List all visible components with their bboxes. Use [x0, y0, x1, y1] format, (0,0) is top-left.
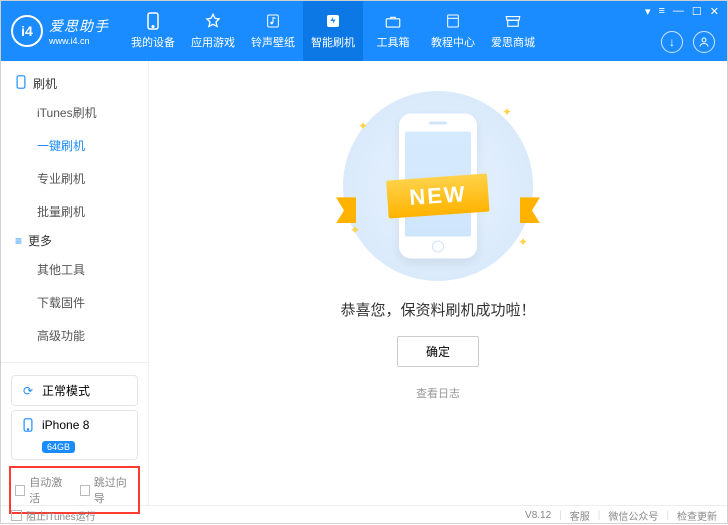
device-label: iPhone 8	[42, 418, 89, 432]
top-nav: 我的设备应用游戏铃声壁纸智能刷机 工具箱 教程中心爱思商城	[123, 1, 543, 61]
user-icon[interactable]	[693, 31, 715, 53]
main-content: NEW ✦✦✦✦ 恭喜您，保资料刷机成功啦！ 确定 查看日志	[149, 61, 727, 505]
header-actions: ↓	[661, 31, 715, 53]
nav-label: 爱思商城	[491, 34, 535, 50]
device-card[interactable]: iPhone 8 64GB	[11, 410, 138, 460]
nav-label: 教程中心	[431, 34, 475, 50]
book-icon	[445, 12, 461, 30]
footer-link-wechat[interactable]: 微信公众号	[608, 508, 658, 523]
window-control[interactable]: ✕	[710, 5, 719, 18]
block-itunes-label: 阻止iTunes运行	[26, 508, 96, 523]
download-icon[interactable]: ↓	[661, 31, 683, 53]
view-log-link[interactable]: 查看日志	[416, 385, 460, 401]
apps-icon	[205, 12, 221, 30]
window-control[interactable]: ≡	[658, 5, 664, 18]
mode-label: 正常模式	[42, 382, 90, 399]
nav-label: 我的设备	[131, 34, 175, 50]
phone-outline-icon	[15, 75, 27, 92]
tools-icon	[384, 12, 402, 30]
storage-badge: 64GB	[42, 441, 75, 453]
window-controls: ▾ ≡ — ☐ ✕	[645, 5, 719, 18]
window-control[interactable]: —	[673, 5, 684, 18]
section-title: 更多	[28, 232, 52, 249]
option-check[interactable]: 跳过向导	[80, 474, 135, 506]
version-label: V8.12	[525, 510, 551, 521]
option-check[interactable]: 自动激活	[15, 474, 70, 506]
window-control[interactable]: ☐	[692, 5, 702, 18]
nav-tools[interactable]: 工具箱	[363, 1, 423, 61]
sidebar-item[interactable]: 下载固件	[1, 286, 148, 319]
logo-title: 爱思助手	[49, 18, 109, 34]
sidebar-item[interactable]: iTunes刷机	[1, 96, 148, 129]
logo-subtitle: www.i4.cn	[49, 36, 109, 46]
checkbox-icon	[15, 485, 25, 496]
block-itunes-check[interactable]: 阻止iTunes运行	[11, 508, 96, 523]
section-title: 刷机	[33, 75, 57, 92]
nav-phone[interactable]: 我的设备	[123, 1, 183, 61]
nav-book[interactable]: 教程中心	[423, 1, 483, 61]
logo-text: 爱思助手 www.i4.cn	[49, 16, 109, 46]
app-header: i4 爱思助手 www.i4.cn 我的设备应用游戏铃声壁纸智能刷机 工具箱 教程中…	[1, 1, 727, 61]
sidebar-item[interactable]: 专业刷机	[1, 162, 148, 195]
sidebar-section[interactable]: 刷机	[1, 71, 148, 96]
success-message: 恭喜您，保资料刷机成功啦！	[340, 299, 535, 320]
ok-button[interactable]: 确定	[397, 336, 479, 367]
app-logo: i4 爱思助手 www.i4.cn	[1, 15, 119, 47]
phone-icon	[145, 12, 161, 30]
shop-icon	[504, 12, 522, 30]
nav-label: 铃声壁纸	[251, 34, 295, 50]
check-label: 自动激活	[29, 474, 69, 506]
nav-label: 智能刷机	[311, 34, 355, 50]
window-control[interactable]: ▾	[645, 5, 651, 18]
list-icon: ≡	[15, 234, 22, 248]
check-label: 跳过向导	[94, 474, 134, 506]
sidebar-section[interactable]: ≡ 更多	[1, 228, 148, 253]
options-group: 自动激活跳过向导	[9, 466, 140, 514]
status-bar: 阻止iTunes运行 V8.12 | 客服 | 微信公众号 | 检查更新	[1, 505, 727, 525]
nav-music[interactable]: 铃声壁纸	[243, 1, 303, 61]
nav-flash[interactable]: 智能刷机	[303, 1, 363, 61]
nav-apps[interactable]: 应用游戏	[183, 1, 243, 61]
sidebar-item[interactable]: 其他工具	[1, 253, 148, 286]
sidebar-item[interactable]: 批量刷机	[1, 195, 148, 228]
nav-label: 应用游戏	[191, 34, 235, 50]
new-ribbon: NEW	[386, 173, 490, 218]
sidebar-item[interactable]: 高级功能	[1, 319, 148, 352]
checkbox-icon	[80, 485, 90, 496]
sidebar-item[interactable]: 一键刷机	[1, 129, 148, 162]
footer-link-support[interactable]: 客服	[570, 508, 590, 523]
music-icon	[265, 12, 281, 30]
refresh-icon: ⟳	[20, 383, 36, 399]
nav-label: 工具箱	[377, 34, 410, 50]
nav-shop[interactable]: 爱思商城	[483, 1, 543, 61]
mode-card[interactable]: ⟳ 正常模式	[11, 375, 138, 406]
success-illustration: NEW ✦✦✦✦	[328, 91, 548, 281]
flash-icon	[325, 12, 341, 30]
sidebar: 刷机 iTunes刷机一键刷机专业刷机批量刷机 ≡ 更多其他工具下载固件高级功能 ⟳ …	[1, 61, 149, 505]
logo-icon: i4	[11, 15, 43, 47]
footer-link-update[interactable]: 检查更新	[677, 508, 717, 523]
phone-icon	[20, 417, 36, 433]
